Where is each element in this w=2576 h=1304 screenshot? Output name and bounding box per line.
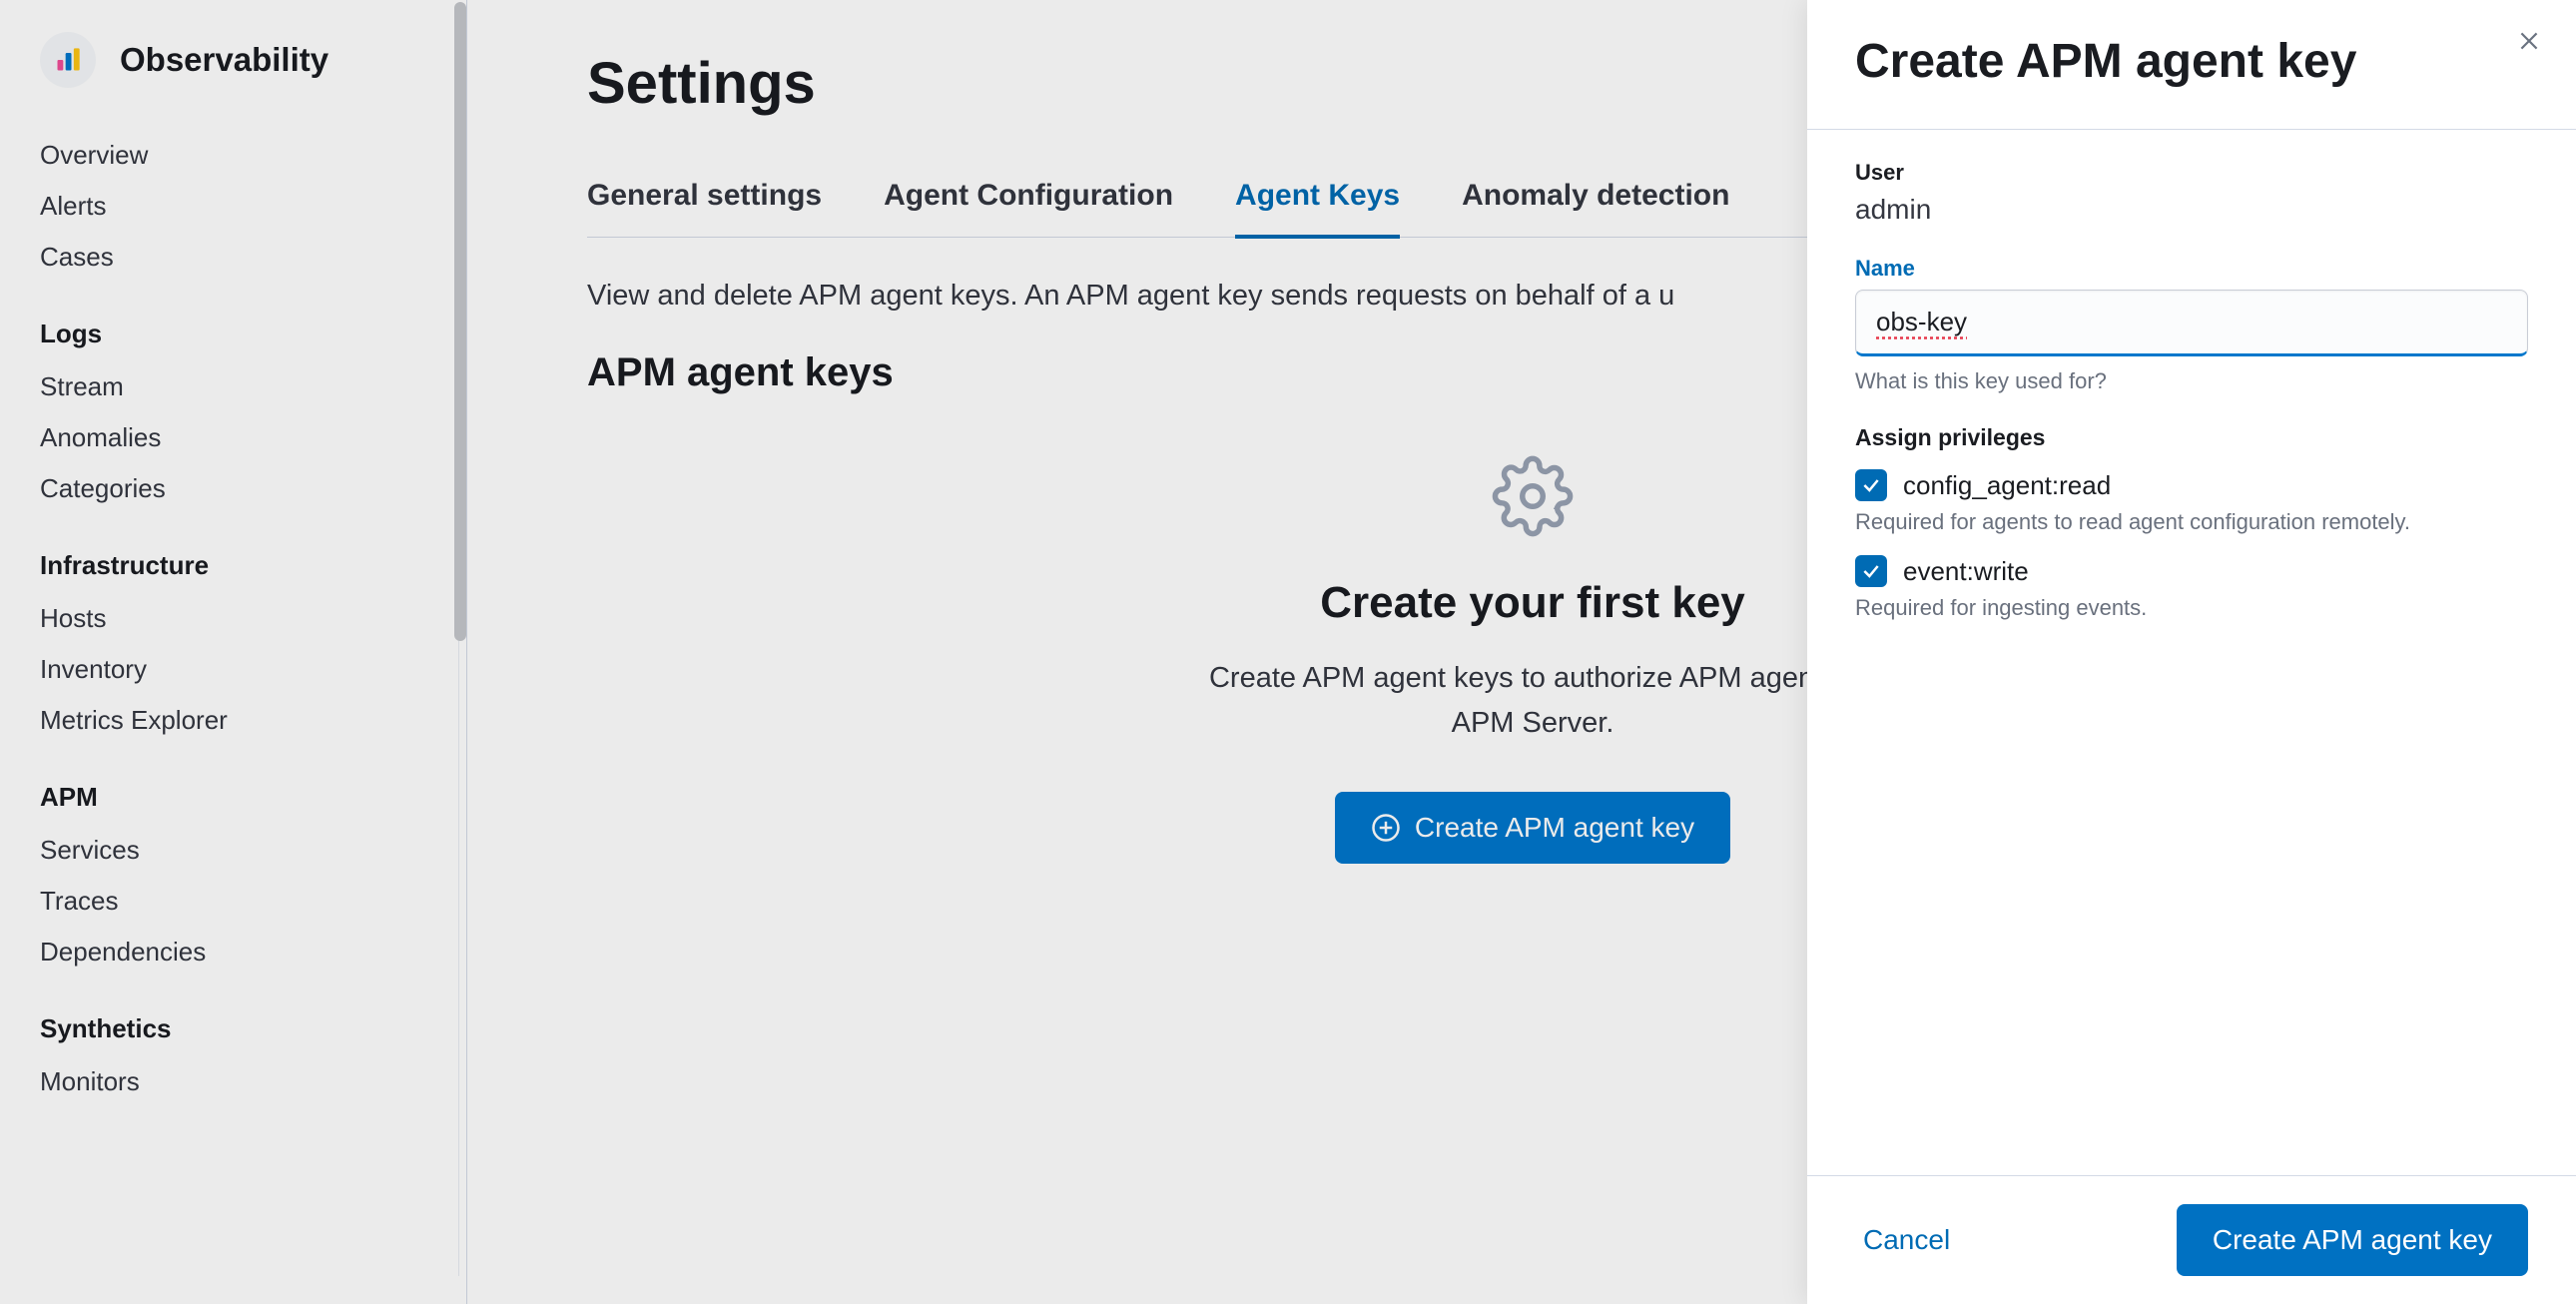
close-icon [2516,28,2542,54]
nav-heading-apm: APM [40,782,418,813]
empty-desc-line1: Create APM agent keys to authorize APM a… [1209,662,1856,694]
tab-agent-configuration[interactable]: Agent Configuration [884,167,1173,239]
name-input[interactable]: obs-key [1855,290,2528,356]
sidebar-item-inventory[interactable]: Inventory [40,644,418,695]
sidebar-item-metrics-explorer[interactable]: Metrics Explorer [40,695,418,746]
name-help-text: What is this key used for? [1855,368,2528,394]
privilege-description: Required for ingesting events. [1855,595,2528,621]
sidebar-item-overview[interactable]: Overview [40,130,418,181]
sidebar-scrollbar[interactable] [454,2,466,641]
sidebar-item-alerts[interactable]: Alerts [40,181,418,232]
sidebar: Observability Overview Alerts Cases Logs… [0,0,467,1304]
observability-icon [40,32,96,88]
nav-group-top: Overview Alerts Cases [0,112,458,301]
sidebar-item-dependencies[interactable]: Dependencies [40,927,418,978]
privilege-description: Required for agents to read agent config… [1855,509,2528,535]
sidebar-item-categories[interactable]: Categories [40,463,418,514]
cancel-button[interactable]: Cancel [1855,1208,1958,1272]
privilege-checkbox-config-agent-read[interactable] [1855,469,1887,501]
privilege-name: config_agent:read [1903,470,2111,501]
nav-group-logs: Logs Stream Anomalies Categories [0,301,458,532]
plus-circle-icon [1371,813,1401,843]
privilege-event-write: event:write Required for ingesting event… [1855,555,2528,621]
submit-create-key-button[interactable]: Create APM agent key [2177,1204,2528,1276]
nav-heading-infrastructure: Infrastructure [40,550,418,581]
gear-icon [1492,455,1574,537]
sidebar-item-monitors[interactable]: Monitors [40,1056,418,1107]
brand-title: Observability [120,41,328,79]
tab-general-settings[interactable]: General settings [587,167,822,239]
create-apm-agent-key-button[interactable]: Create APM agent key [1335,792,1730,864]
tab-anomaly-detection[interactable]: Anomaly detection [1462,167,1729,239]
check-icon [1861,561,1881,581]
empty-desc-line2: APM Server. [1452,707,1614,739]
privileges-label: Assign privileges [1855,424,2528,451]
sidebar-item-stream[interactable]: Stream [40,361,418,412]
nav-heading-logs: Logs [40,319,418,349]
user-label: User [1855,160,2528,186]
name-input-value: obs-key [1876,307,1967,336]
check-icon [1861,475,1881,495]
privilege-checkbox-event-write[interactable] [1855,555,1887,587]
form-row-name: Name obs-key What is this key used for? [1855,256,2528,394]
sidebar-item-anomalies[interactable]: Anomalies [40,412,418,463]
form-row-user: User admin [1855,160,2528,226]
flyout-body: User admin Name obs-key What is this key… [1807,130,2576,1175]
nav-group-synthetics: Synthetics Monitors [0,995,458,1125]
flyout-header: Create APM agent key [1807,0,2576,130]
brand-row: Observability [0,28,458,112]
form-row-privileges: Assign privileges config_agent:read Requ… [1855,424,2528,621]
sidebar-item-traces[interactable]: Traces [40,876,418,927]
nav-group-apm: APM Services Traces Dependencies [0,764,458,995]
close-flyout-button[interactable] [2510,22,2548,60]
privilege-name: event:write [1903,556,2029,587]
nav-group-infrastructure: Infrastructure Hosts Inventory Metrics E… [0,532,458,764]
flyout-footer: Cancel Create APM agent key [1807,1175,2576,1304]
privilege-config-agent-read: config_agent:read Required for agents to… [1855,469,2528,535]
create-key-flyout: Create APM agent key User admin Name obs… [1807,0,2576,1304]
name-label: Name [1855,256,2528,282]
flyout-title: Create APM agent key [1855,34,2528,89]
user-value: admin [1855,194,2528,226]
sidebar-item-cases[interactable]: Cases [40,232,418,283]
sidebar-item-hosts[interactable]: Hosts [40,593,418,644]
tab-agent-keys[interactable]: Agent Keys [1235,167,1400,239]
nav-heading-synthetics: Synthetics [40,1013,418,1044]
create-button-label: Create APM agent key [1415,812,1694,844]
sidebar-item-services[interactable]: Services [40,825,418,876]
